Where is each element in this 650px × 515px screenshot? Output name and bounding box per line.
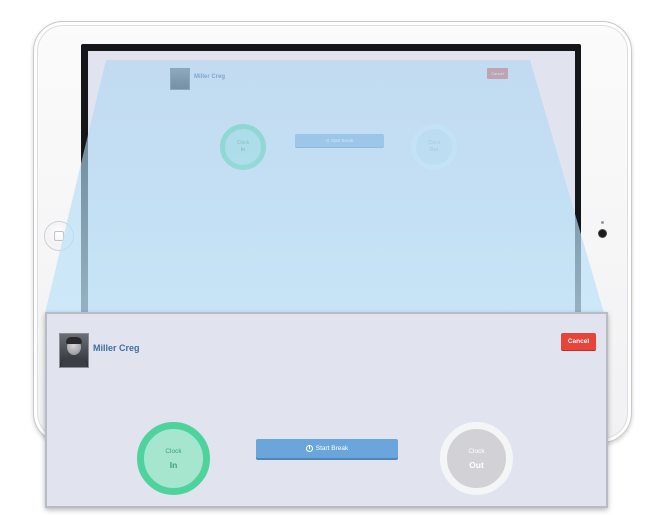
clock-out-button[interactable]: Clock Out <box>440 422 513 495</box>
mini-avatar <box>170 68 190 90</box>
mini-clock-in-bottom: In <box>240 147 246 153</box>
clock-in-top-label: Clock <box>165 448 182 455</box>
clock-in-bottom-label: In <box>169 460 178 470</box>
mini-clock-in-button[interactable]: Clock In <box>220 124 266 170</box>
mini-clock-out-top: Clock <box>427 140 441 146</box>
user-name: Miller Creg <box>93 343 140 353</box>
user-photo-avatar <box>59 333 89 368</box>
start-break-button[interactable]: Start Break <box>256 439 398 458</box>
tablet-screen <box>88 51 575 343</box>
clock-out-top-label: Clock <box>468 448 485 455</box>
mini-clock-out-button[interactable]: Clock Out <box>411 124 457 170</box>
clock-icon <box>305 445 313 452</box>
clock-in-button[interactable]: Clock In <box>137 422 210 495</box>
home-button-icon <box>44 221 74 251</box>
mini-start-break-label: Start Break <box>330 138 354 143</box>
sensor-icon <box>601 221 604 224</box>
mini-clock-in-top: Clock <box>236 140 250 146</box>
cancel-button[interactable]: Cancel <box>561 333 596 350</box>
zoomed-app-panel: Miller Creg Cancel Start Break Clock In … <box>45 312 608 508</box>
mini-clock-out-bottom: Out <box>429 147 439 153</box>
clock-out-bottom-label: Out <box>469 460 484 470</box>
mini-start-break-button[interactable]: ◷ Start Break <box>295 134 384 147</box>
start-break-label: Start Break <box>315 445 349 452</box>
camera-icon <box>599 230 606 237</box>
mini-cancel-button[interactable]: Cancel <box>487 68 508 79</box>
mini-user-name: Miller Creg <box>194 74 226 80</box>
